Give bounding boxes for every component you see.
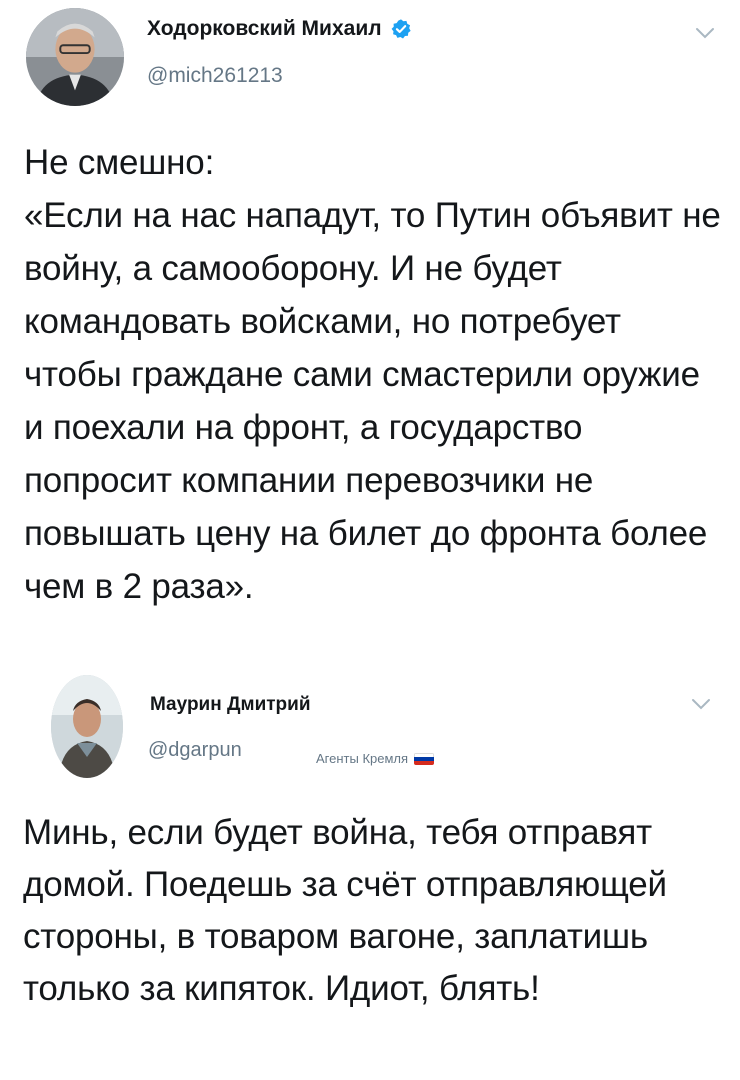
author-name[interactable]: Ходорковский Михаил [147,17,382,41]
chevron-down-icon[interactable] [694,26,716,40]
list-tag[interactable]: Агенты Кремля [316,751,435,766]
author-handle[interactable]: @mich261213 [147,64,283,88]
avatar[interactable] [51,675,123,778]
tweet-text: Минь, если будет война, тебя отправят до… [23,813,667,1008]
tweet-maurin: Маурин Дмитрий @dgarpun Агенты Кремля Ми… [0,675,740,1080]
tweet-text: Не смешно: «Если на нас нападут, то Пути… [24,143,721,606]
avatar-photo-icon [51,675,123,778]
author-name-row: Ходорковский Михаил [147,14,412,44]
verified-badge-icon [391,19,411,39]
avatar[interactable] [26,8,124,106]
avatar-photo-icon [26,8,124,106]
list-tag-label: Агенты Кремля [316,751,409,766]
tweet-khodorkovsky: Ходорковский Михаил @mich261213 Не смешн… [0,0,740,675]
russia-flag-icon [414,752,435,765]
chevron-down-icon[interactable] [690,697,712,711]
author-handle[interactable]: @dgarpun [148,739,242,762]
author-name-row: Маурин Дмитрий [150,692,311,718]
author-name[interactable]: Маурин Дмитрий [150,694,311,716]
